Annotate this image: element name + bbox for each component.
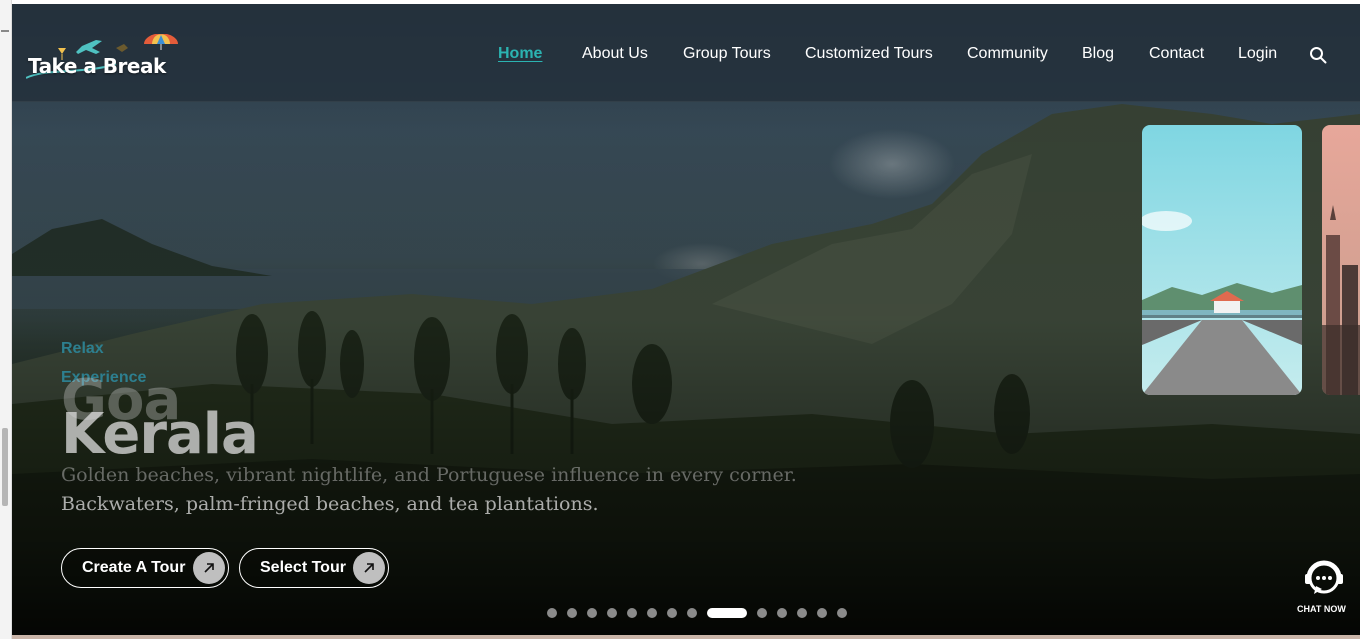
nav-home[interactable]: Home	[498, 45, 542, 63]
page-left-scrollbar[interactable]	[0, 0, 12, 639]
chat-now-label: CHAT NOW	[1297, 604, 1346, 614]
carousel-dot[interactable]	[757, 608, 767, 618]
carousel-dot[interactable]	[837, 608, 847, 618]
nav-group-tours[interactable]: Group Tours	[683, 45, 771, 63]
destination-card-pier[interactable]	[1142, 125, 1302, 395]
top-navbar: Take a Break Home About Us Group Tours C…	[12, 4, 1360, 102]
brand-name: Take a Break	[28, 54, 166, 78]
carousel-dot[interactable]	[667, 608, 677, 618]
carousel-dot[interactable]	[817, 608, 827, 618]
select-tour-button-label: Select Tour	[260, 559, 346, 576]
select-tour-button[interactable]: Select Tour	[239, 548, 389, 588]
destination-card-city[interactable]	[1322, 125, 1360, 395]
scroll-marker	[1, 30, 9, 36]
carousel-dot[interactable]	[587, 608, 597, 618]
arrow-up-right-icon	[353, 552, 385, 584]
hero-title-current: Kerala	[61, 402, 259, 467]
carousel-dot-active[interactable]	[707, 608, 747, 618]
carousel-dot[interactable]	[567, 608, 577, 618]
destination-card-city-image	[1322, 125, 1360, 395]
hero-eyebrow-outgoing: Relax	[61, 340, 104, 357]
brand-logo[interactable]: Take a Break	[25, 33, 196, 84]
carousel-dot[interactable]	[777, 608, 787, 618]
nav-community[interactable]: Community	[967, 45, 1048, 63]
arrow-up-right-icon	[193, 552, 225, 584]
hero-description-current: Backwaters, palm-fringed beaches, and te…	[61, 493, 599, 515]
nav-login[interactable]: Login	[1238, 45, 1277, 63]
destination-card-pier-image	[1142, 125, 1302, 395]
nav-about-us[interactable]: About Us	[582, 45, 648, 63]
carousel-dot[interactable]	[607, 608, 617, 618]
chat-now-widget[interactable]: CHAT NOW	[1294, 560, 1354, 620]
scrollbar-thumb[interactable]	[2, 428, 8, 506]
nav-contact[interactable]: Contact	[1149, 45, 1204, 63]
create-tour-button-label: Create A Tour	[82, 559, 186, 576]
carousel-dot[interactable]	[797, 608, 807, 618]
carousel-dot[interactable]	[547, 608, 557, 618]
carousel-dot[interactable]	[687, 608, 697, 618]
next-section-edge	[12, 635, 1360, 639]
create-tour-button[interactable]: Create A Tour	[61, 548, 229, 588]
chat-support-icon	[1305, 560, 1343, 594]
search-icon[interactable]	[1309, 46, 1327, 64]
hero-description-outgoing: Golden beaches, vibrant nightlife, and P…	[61, 464, 797, 486]
nav-blog[interactable]: Blog	[1082, 45, 1114, 63]
nav-customized-tours[interactable]: Customized Tours	[805, 45, 933, 63]
carousel-dot[interactable]	[647, 608, 657, 618]
carousel-dot[interactable]	[627, 608, 637, 618]
browser-viewport: Take a Break Home About Us Group Tours C…	[0, 0, 1360, 639]
